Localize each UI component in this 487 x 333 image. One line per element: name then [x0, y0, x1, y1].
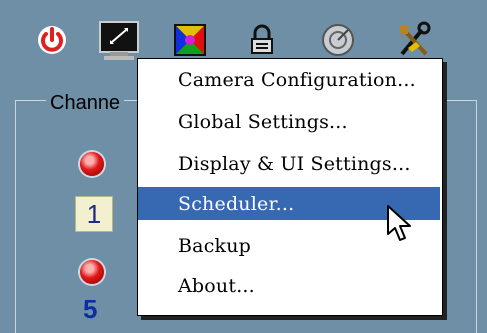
alarm-indicator-icon: [80, 152, 104, 176]
channel-1-button[interactable]: 1: [75, 196, 113, 232]
mouse-cursor-icon: [386, 204, 416, 244]
disk-icon[interactable]: [318, 20, 358, 60]
power-icon[interactable]: [32, 20, 72, 60]
alarm-indicator-icon: [80, 260, 104, 284]
channel-group-title: Channe: [46, 92, 125, 115]
tools-icon[interactable]: [392, 20, 436, 60]
menu-item-global-settings[interactable]: Global Settings...: [138, 105, 440, 138]
settings-context-menu: Camera Configuration... Global Settings.…: [137, 58, 443, 316]
menu-item-camera-configuration[interactable]: Camera Configuration...: [138, 63, 440, 96]
color-settings-icon[interactable]: [168, 20, 212, 60]
menu-item-about[interactable]: About...: [138, 269, 440, 302]
channel-5-label[interactable]: 5: [83, 294, 97, 325]
menu-item-display-ui-settings[interactable]: Display & UI Settings...: [138, 147, 440, 180]
lock-icon[interactable]: [244, 20, 280, 60]
monitor-icon[interactable]: [92, 20, 144, 60]
